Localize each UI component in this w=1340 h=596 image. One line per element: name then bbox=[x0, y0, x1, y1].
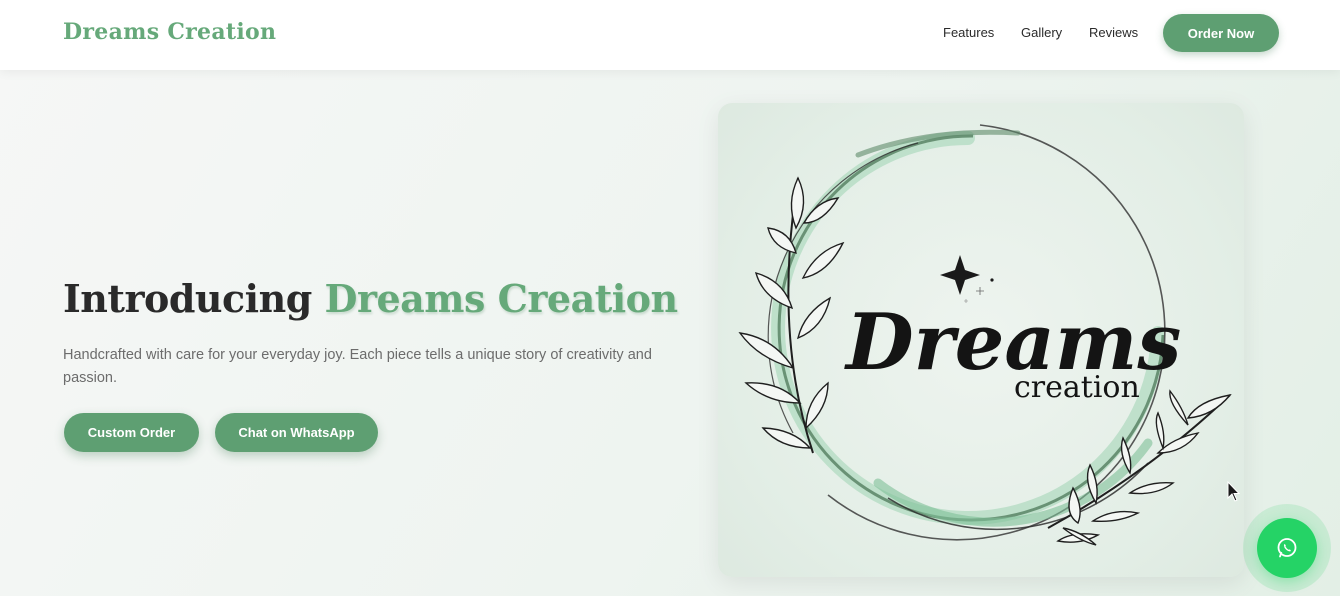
mouse-cursor bbox=[1227, 481, 1241, 502]
logo-illustration: Dreams creation bbox=[738, 124, 1232, 546]
hero-title-prefix: Introducing bbox=[63, 276, 312, 321]
sparkle-icon bbox=[940, 255, 980, 295]
chat-whatsapp-button[interactable]: Chat on WhatsApp bbox=[215, 413, 378, 452]
nav-link-gallery[interactable]: Gallery bbox=[1021, 25, 1062, 40]
hero-description: Handcrafted with care for your everyday … bbox=[63, 347, 652, 386]
order-now-button[interactable]: Order Now bbox=[1163, 14, 1279, 52]
custom-order-button[interactable]: Custom Order bbox=[64, 413, 199, 452]
hero-title: Introducing Dreams Creation bbox=[63, 276, 678, 321]
whatsapp-icon bbox=[1277, 538, 1297, 558]
nav-link-features[interactable]: Features bbox=[943, 25, 994, 40]
navbar: Dreams Creation Features Gallery Reviews… bbox=[0, 0, 1340, 70]
brand-logo-text[interactable]: Dreams Creation bbox=[63, 19, 276, 45]
whatsapp-float-button[interactable] bbox=[1257, 518, 1317, 578]
logo-sub-text: creation bbox=[1014, 370, 1140, 405]
hero-title-accent: Dreams Creation bbox=[324, 276, 679, 321]
nav-link-reviews[interactable]: Reviews bbox=[1089, 25, 1138, 40]
logo-card: Dreams creation bbox=[718, 103, 1244, 577]
